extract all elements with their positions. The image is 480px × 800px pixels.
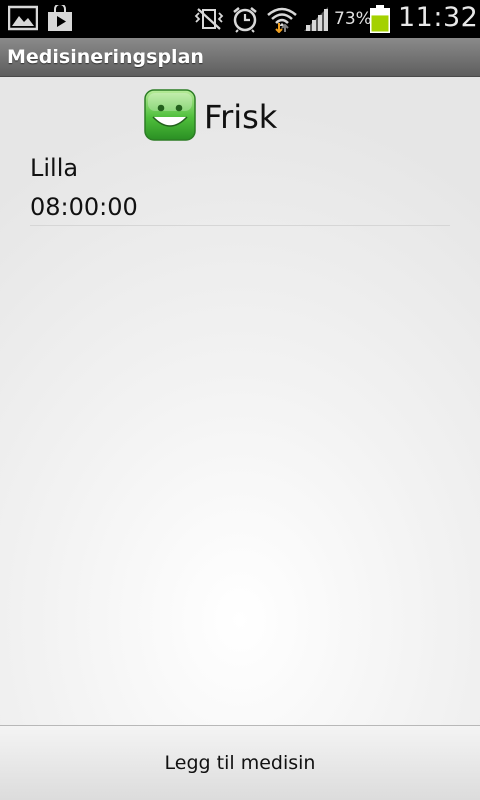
app-title: Medisineringsplan bbox=[7, 46, 204, 68]
alarm-clock-icon bbox=[231, 5, 259, 37]
medication-list-item[interactable]: Lilla 08:00:00 bbox=[30, 154, 450, 226]
health-status-label: Frisk bbox=[204, 98, 278, 136]
play-store-notification-icon bbox=[46, 3, 74, 37]
battery-percentage: 73% bbox=[334, 9, 372, 29]
signal-icon bbox=[302, 5, 330, 37]
image-notification-icon bbox=[7, 5, 39, 35]
battery-icon bbox=[370, 5, 390, 37]
medication-name: Lilla bbox=[30, 154, 79, 182]
add-medicine-button[interactable]: Legg til medisin bbox=[0, 725, 480, 800]
medication-time: 08:00:00 bbox=[30, 193, 138, 221]
status-bar: 73% 11:32 bbox=[0, 0, 480, 38]
happy-smiley-icon bbox=[144, 89, 196, 141]
app-title-bar: Medisineringsplan bbox=[0, 38, 480, 77]
wifi-icon bbox=[266, 5, 298, 37]
clock: 11:32 bbox=[398, 2, 479, 33]
vibrate-mute-icon bbox=[194, 5, 224, 37]
app-screen: 73% 11:32 Medisineringsplan Frisk Lilla … bbox=[0, 0, 480, 800]
